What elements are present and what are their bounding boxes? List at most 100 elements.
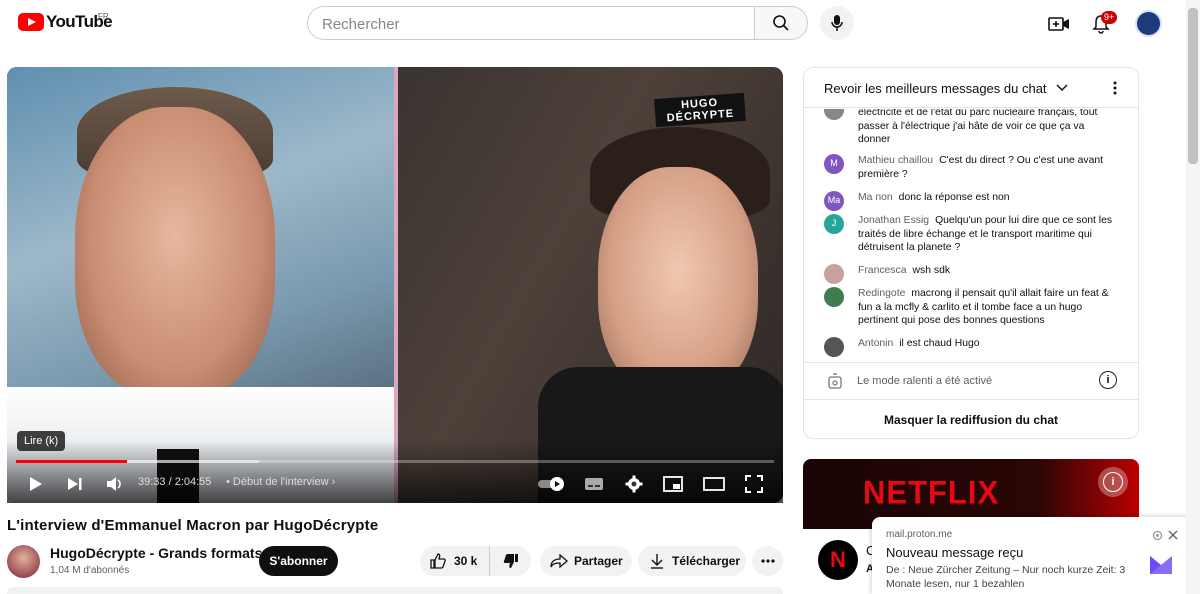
search-icon <box>773 15 789 31</box>
close-icon[interactable] <box>1168 530 1178 540</box>
search-input[interactable]: Rechercher <box>307 6 755 40</box>
description-box[interactable] <box>7 587 783 594</box>
chat-message-text: électricité et de l'état du parc nucléai… <box>858 109 1098 145</box>
chat-avatar: Ma <box>824 191 844 211</box>
dislike-button[interactable] <box>490 546 531 576</box>
play-tooltip: Lire (k) <box>17 431 66 451</box>
netflix-logo: NETFLIX <box>863 474 1000 511</box>
page-scrollbar-thumb[interactable] <box>1188 8 1198 164</box>
notification-title: Nouveau message reçu <box>886 545 1024 560</box>
chevron-down-icon[interactable] <box>1056 84 1068 92</box>
chat-avatar <box>824 287 844 307</box>
more-actions-button[interactable] <box>752 546 783 576</box>
chat-message-text: il est chaud Hugo <box>899 338 980 349</box>
chat-message-text: donc la réponse est non <box>898 192 1010 203</box>
chapter-button[interactable]: • Début de l'interview › <box>226 476 335 488</box>
chat-avatar <box>824 109 844 120</box>
settings-button[interactable] <box>623 474 645 494</box>
ad-info-button[interactable]: i <box>1098 467 1128 497</box>
timer-icon <box>828 373 842 389</box>
thumbs-down-icon <box>503 554 518 568</box>
fullscreen-icon <box>745 475 763 493</box>
chat-author[interactable]: Ma non <box>858 192 893 203</box>
chat-author[interactable]: Francesca <box>858 265 907 276</box>
channel-avatar[interactable] <box>7 545 40 578</box>
video-add-icon <box>1048 17 1069 31</box>
settings-icon[interactable] <box>1152 530 1163 541</box>
more-vertical-icon[interactable] <box>1113 81 1117 95</box>
chat-author[interactable]: Redingote <box>858 288 905 299</box>
miniplayer-icon <box>663 476 683 492</box>
chat-author[interactable]: Antonin <box>858 338 893 349</box>
chat-author[interactable]: Mathieu chaillou <box>858 155 933 166</box>
video-player[interactable] <box>7 67 783 503</box>
slow-mode-text: Le mode ralenti a été activé <box>857 375 993 387</box>
chat-mode-selector[interactable]: Revoir les meilleurs messages du chat <box>824 81 1047 96</box>
time-display: 39:33 / 2:04:55 <box>138 476 212 488</box>
gear-icon <box>625 475 643 493</box>
notification-body: De : Neue Zürcher Zeitung – Nur noch kur… <box>886 564 1126 590</box>
notification-source: mail.proton.me <box>886 529 953 540</box>
theater-icon <box>703 477 725 491</box>
chat-avatar: M <box>824 154 844 174</box>
volume-icon <box>107 477 121 491</box>
chat-message: Francesca wsh sdk <box>824 264 1114 284</box>
share-icon <box>550 554 568 568</box>
account-avatar[interactable] <box>1135 10 1162 37</box>
chat-panel: Revoir les meilleurs messages du chat él… <box>803 67 1139 439</box>
video-frame-right <box>398 67 783 503</box>
person-face <box>75 107 275 397</box>
chat-avatar: J <box>824 214 844 234</box>
volume-button[interactable] <box>104 474 126 494</box>
notification-badge: 9+ <box>1101 11 1118 24</box>
hide-chat-button[interactable]: Masquer la rediffusion du chat <box>804 399 1138 438</box>
channel-name[interactable]: HugoDécrypte - Grands formats <box>50 545 262 561</box>
chat-avatar <box>824 264 844 284</box>
chat-message: Redingote macrong il pensait qu'il allait… <box>824 287 1114 328</box>
like-count: 30 k <box>454 554 478 568</box>
search-button[interactable] <box>754 6 808 40</box>
region-code: FR <box>98 12 109 21</box>
subscriber-count: 1,04 M d'abonnés <box>50 565 130 576</box>
chat-header: Revoir les meilleurs messages du chat <box>804 68 1138 108</box>
chat-message: Ma Ma non donc la réponse est non <box>824 191 1114 211</box>
more-horizontal-icon <box>760 559 775 563</box>
like-button[interactable]: 30 k <box>420 546 490 576</box>
skip-next-icon <box>68 478 82 490</box>
play-button[interactable] <box>26 474 46 494</box>
share-label: Partager <box>574 554 623 568</box>
person-face <box>598 167 758 397</box>
chat-author[interactable]: Jonathan Essig <box>858 215 929 226</box>
info-icon[interactable]: i <box>1099 371 1117 389</box>
download-button[interactable]: Télécharger <box>638 546 746 576</box>
proton-mail-icon <box>1150 556 1172 574</box>
played-bar <box>16 460 127 463</box>
theater-mode-button[interactable] <box>702 474 726 494</box>
play-icon <box>30 477 42 491</box>
miniplayer-button[interactable] <box>662 474 684 494</box>
share-button[interactable]: Partager <box>540 546 632 576</box>
video-title: L'interview d'Emmanuel Macron par HugoDé… <box>7 517 379 534</box>
chat-message: Antonin il est chaud Hugo <box>824 337 1114 357</box>
progress-bar[interactable] <box>16 460 774 463</box>
subtitles-button[interactable] <box>583 474 605 494</box>
chat-messages: électricité et de l'état du parc nucléai… <box>804 109 1138 361</box>
like-dislike-group: 30 k <box>420 546 531 576</box>
subtitles-icon <box>585 478 603 490</box>
create-button[interactable] <box>1046 11 1072 37</box>
autoplay-toggle[interactable] <box>537 474 567 494</box>
next-button[interactable] <box>65 474 85 494</box>
subscribe-button[interactable]: S'abonner <box>259 546 338 576</box>
chat-avatar <box>824 337 844 357</box>
fullscreen-button[interactable] <box>743 474 765 494</box>
download-icon <box>651 554 663 569</box>
chat-message-text: wsh sdk <box>912 265 951 276</box>
chat-message: J Jonathan Essig Quelqu'un pour lui dire … <box>824 214 1114 255</box>
chat-message: électricité et de l'état du parc nucléai… <box>824 109 1114 147</box>
netflix-channel-icon[interactable]: N <box>818 540 858 580</box>
info-icon: i <box>1103 472 1123 492</box>
voice-search-button[interactable] <box>820 6 854 40</box>
chat-message: M Mathieu chaillou C'est du direct ? Ou c… <box>824 154 1114 181</box>
youtube-play-icon <box>18 13 44 31</box>
mail-notification[interactable]: mail.proton.me Nouveau message reçu De :… <box>872 517 1194 594</box>
